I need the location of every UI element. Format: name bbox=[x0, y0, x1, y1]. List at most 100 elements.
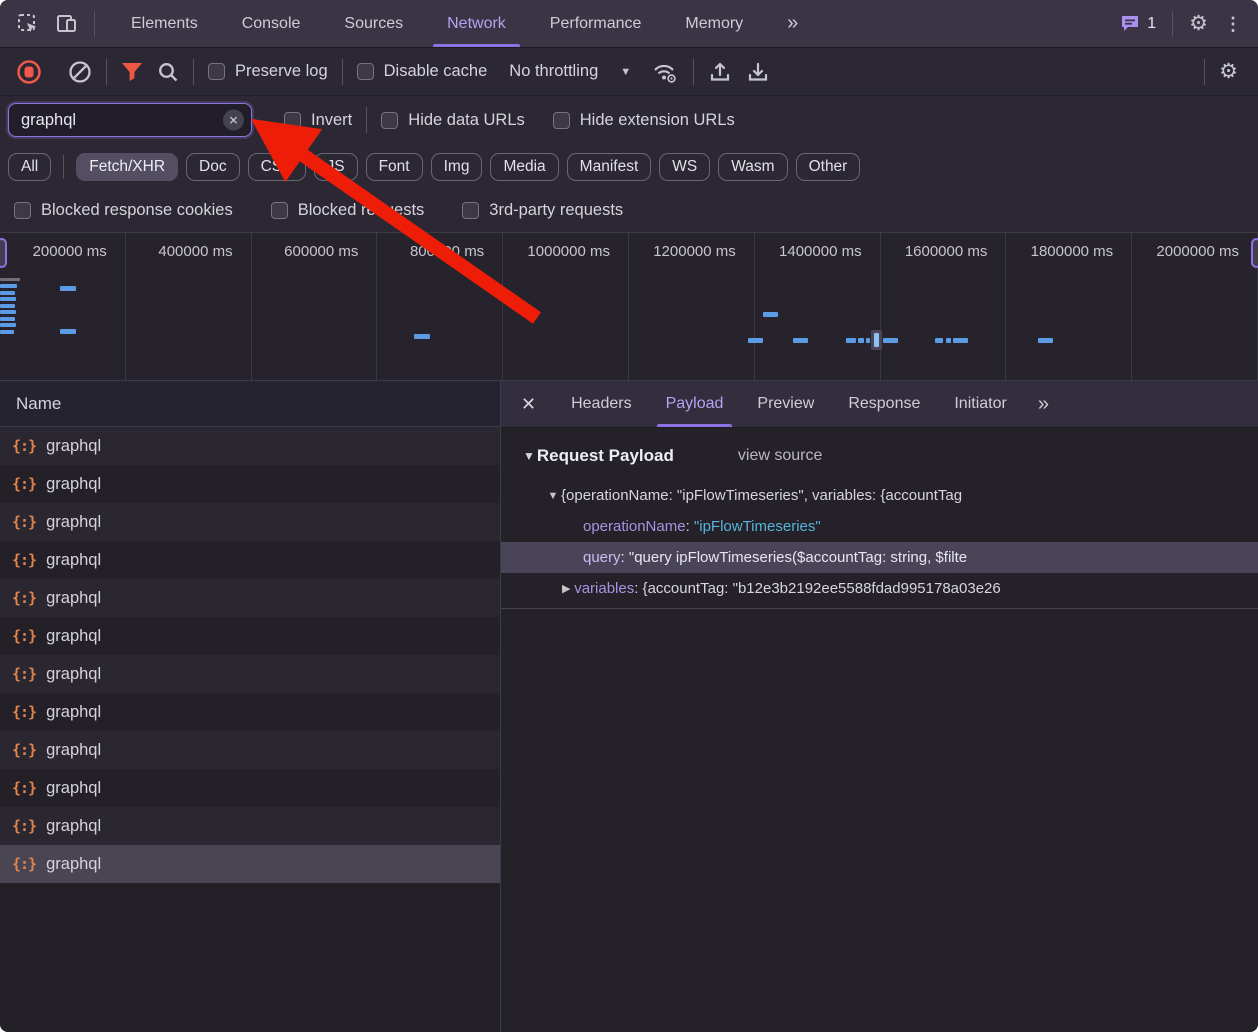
fetch-xhr-icon: {:} bbox=[12, 855, 36, 873]
filter-chip-manifest[interactable]: Manifest bbox=[567, 153, 652, 181]
filter-chip-css[interactable]: CSS bbox=[248, 153, 306, 181]
clear-network-log-button[interactable] bbox=[68, 60, 92, 84]
overview-left-handle[interactable] bbox=[0, 238, 7, 268]
hide-extension-urls-toggle[interactable]: Hide extension URLs bbox=[553, 111, 735, 130]
network-overview-timeline[interactable]: 200000 ms400000 ms600000 ms800000 ms1000… bbox=[0, 233, 1258, 381]
third-party-requests-toggle[interactable]: 3rd-party requests bbox=[462, 201, 623, 220]
search-icon[interactable] bbox=[157, 61, 179, 83]
record-network-log-button[interactable] bbox=[16, 59, 42, 85]
payload-tree-row[interactable]: ▶variables: {accountTag: "b12e3b2192ee55… bbox=[501, 573, 1258, 604]
hide-data-urls-checkbox[interactable] bbox=[381, 112, 398, 129]
view-source-link[interactable]: view source bbox=[738, 447, 822, 465]
request-row[interactable]: {:}graphql bbox=[0, 693, 500, 731]
settings-gear-icon[interactable]: ⚙ bbox=[1189, 13, 1208, 34]
timeline-tick-label: 800000 ms bbox=[377, 233, 503, 380]
filter-chip-doc[interactable]: Doc bbox=[186, 153, 240, 181]
blocked-response-cookies-checkbox[interactable] bbox=[14, 202, 31, 219]
filter-chip-other[interactable]: Other bbox=[796, 153, 861, 181]
payload-tree-row[interactable]: operationName: "ipFlowTimeseries" bbox=[501, 511, 1258, 542]
details-tab-response[interactable]: Response bbox=[831, 381, 937, 427]
toolbar-divider bbox=[1172, 11, 1173, 37]
request-payload-section-header[interactable]: ▼ Request Payload view source bbox=[501, 428, 1258, 472]
disable-cache-checkbox[interactable] bbox=[357, 63, 374, 80]
issues-count: 1 bbox=[1147, 15, 1156, 33]
request-row[interactable]: {:}graphql bbox=[0, 503, 500, 541]
filter-chip-js[interactable]: JS bbox=[314, 153, 358, 181]
blocked-requests-toggle[interactable]: Blocked requests bbox=[271, 201, 425, 220]
details-tab-preview[interactable]: Preview bbox=[740, 381, 831, 427]
request-name: graphql bbox=[46, 551, 101, 570]
filter-chip-all[interactable]: All bbox=[8, 153, 51, 181]
invert-toggle[interactable]: Invert bbox=[284, 111, 352, 130]
details-tab-headers[interactable]: Headers bbox=[554, 381, 648, 427]
close-details-icon[interactable]: ✕ bbox=[501, 381, 554, 427]
network-conditions-icon[interactable] bbox=[651, 60, 679, 84]
request-details-panel: ✕HeadersPayloadPreviewResponseInitiator»… bbox=[501, 381, 1258, 1032]
request-name: graphql bbox=[46, 779, 101, 798]
request-row[interactable]: {:}graphql bbox=[0, 655, 500, 693]
timeline-request-bar bbox=[60, 329, 76, 334]
filter-chip-fetch-xhr[interactable]: Fetch/XHR bbox=[76, 153, 178, 181]
chip-divider bbox=[63, 155, 64, 179]
preserve-log-checkbox[interactable] bbox=[208, 63, 225, 80]
request-row[interactable]: {:}graphql bbox=[0, 731, 500, 769]
throttling-dropdown[interactable]: No throttling ▼ bbox=[509, 62, 631, 81]
filter-chip-wasm[interactable]: Wasm bbox=[718, 153, 787, 181]
clear-filter-icon[interactable]: ✕ bbox=[223, 110, 244, 131]
request-row[interactable]: {:}graphql bbox=[0, 617, 500, 655]
timeline-request-bar bbox=[946, 338, 951, 343]
filter-chip-ws[interactable]: WS bbox=[659, 153, 710, 181]
toggle-device-toolbar-icon[interactable] bbox=[54, 12, 80, 36]
tab-network[interactable]: Network bbox=[425, 0, 528, 47]
payload-tree-row[interactable]: query: "query ipFlowTimeseries($accountT… bbox=[501, 542, 1258, 573]
hide-extension-urls-checkbox[interactable] bbox=[553, 112, 570, 129]
tab-console[interactable]: Console bbox=[220, 0, 323, 47]
tab-memory[interactable]: Memory bbox=[663, 0, 765, 47]
inspect-element-icon[interactable] bbox=[16, 12, 40, 36]
request-row[interactable]: {:}graphql bbox=[0, 769, 500, 807]
tab-sources[interactable]: Sources bbox=[322, 0, 425, 47]
request-row[interactable]: {:}graphql bbox=[0, 541, 500, 579]
more-tabs-icon[interactable]: » bbox=[765, 0, 818, 47]
hide-data-urls-toggle[interactable]: Hide data URLs bbox=[381, 111, 524, 130]
payload-tree: ▼{operationName: "ipFlowTimeseries", var… bbox=[501, 480, 1258, 609]
request-row[interactable]: {:}graphql bbox=[0, 579, 500, 617]
collapse-caret-icon[interactable]: ▼ bbox=[523, 449, 535, 463]
filter-chip-media[interactable]: Media bbox=[490, 153, 558, 181]
blocked-requests-checkbox[interactable] bbox=[271, 202, 288, 219]
timeline-tick-label: 400000 ms bbox=[126, 233, 252, 380]
import-har-icon[interactable] bbox=[708, 60, 732, 84]
invert-checkbox[interactable] bbox=[284, 112, 301, 129]
tab-performance[interactable]: Performance bbox=[528, 0, 664, 47]
request-name: graphql bbox=[46, 665, 101, 684]
throttling-value: No throttling bbox=[509, 62, 598, 81]
name-column-header[interactable]: Name bbox=[0, 381, 500, 427]
payload-tree-row[interactable]: ▼{operationName: "ipFlowTimeseries", var… bbox=[501, 480, 1258, 511]
disable-cache-toggle[interactable]: Disable cache bbox=[357, 62, 488, 81]
tree-caret-icon[interactable]: ▶ bbox=[558, 582, 574, 595]
filter-icon[interactable] bbox=[121, 62, 143, 82]
details-tab-payload[interactable]: Payload bbox=[649, 381, 741, 427]
details-tab-initiator[interactable]: Initiator bbox=[937, 381, 1023, 427]
preserve-log-toggle[interactable]: Preserve log bbox=[208, 62, 328, 81]
filter-input[interactable] bbox=[21, 111, 217, 130]
blocked-response-cookies-toggle[interactable]: Blocked response cookies bbox=[14, 201, 233, 220]
request-name: graphql bbox=[46, 513, 101, 532]
issues-counter[interactable]: 1 bbox=[1120, 14, 1156, 33]
network-settings-gear-icon[interactable]: ⚙ bbox=[1219, 61, 1238, 82]
request-row[interactable]: {:}graphql bbox=[0, 845, 500, 883]
third-party-requests-checkbox[interactable] bbox=[462, 202, 479, 219]
request-row[interactable]: {:}graphql bbox=[0, 465, 500, 503]
request-row[interactable]: {:}graphql bbox=[0, 427, 500, 465]
payload-segment: "ipFlowTimeseries" bbox=[694, 518, 821, 535]
request-row[interactable]: {:}graphql bbox=[0, 807, 500, 845]
export-har-icon[interactable] bbox=[746, 60, 770, 84]
kebab-menu-icon[interactable]: ⋮ bbox=[1224, 15, 1242, 33]
timeline-request-bar bbox=[0, 310, 16, 314]
tree-caret-icon[interactable]: ▼ bbox=[545, 490, 561, 502]
more-details-tabs-icon[interactable]: » bbox=[1024, 381, 1061, 427]
tab-elements[interactable]: Elements bbox=[109, 0, 220, 47]
filter-chip-font[interactable]: Font bbox=[366, 153, 423, 181]
filter-chip-img[interactable]: Img bbox=[431, 153, 483, 181]
overview-right-handle[interactable] bbox=[1251, 238, 1258, 268]
